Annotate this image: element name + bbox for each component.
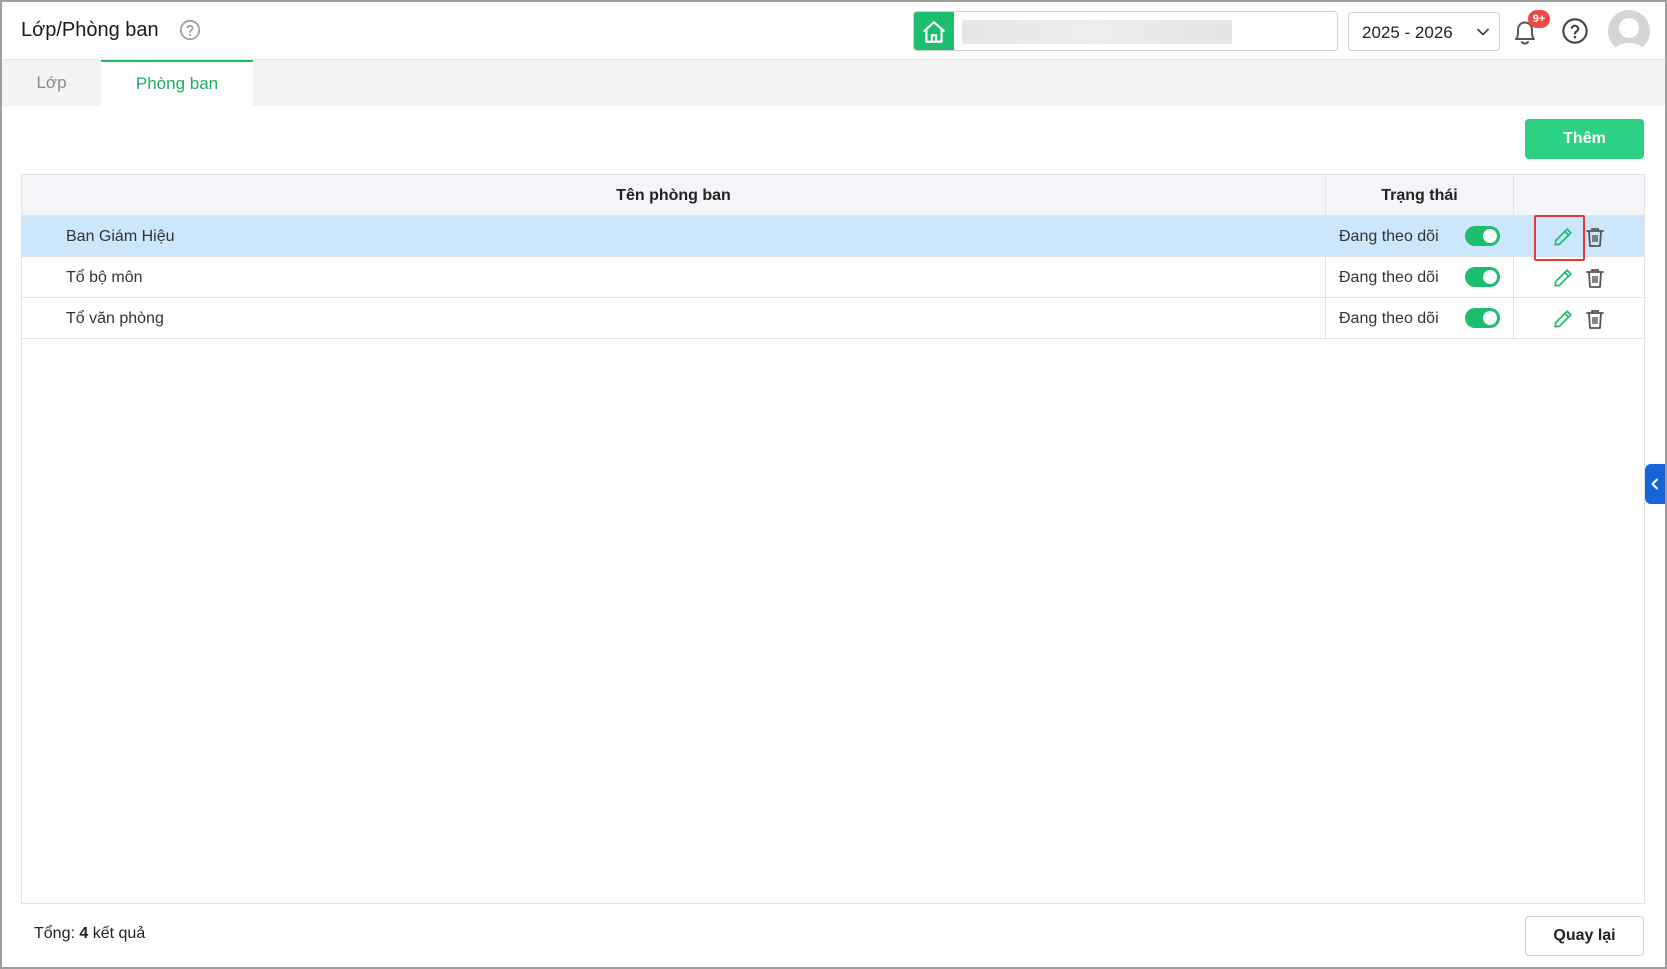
actions-cell <box>1514 298 1644 339</box>
table-row[interactable]: Tổ văn phòng Đang theo dõi <box>22 298 1644 339</box>
pencil-icon[interactable] <box>1552 226 1574 248</box>
total-count: 4 <box>79 925 89 942</box>
school-selector[interactable] <box>913 11 1338 51</box>
toggle-knob <box>1483 270 1497 284</box>
home-icon[interactable] <box>914 12 954 50</box>
department-table: Tên phòng ban Trạng thái Ban Giám Hiệu Đ… <box>21 174 1645 904</box>
column-header-status: Trạng thái <box>1326 175 1514 216</box>
help-icon[interactable] <box>1561 17 1589 45</box>
question-circle-icon[interactable] <box>179 19 201 41</box>
department-name: Tổ văn phòng <box>22 298 1326 339</box>
tab-phong-ban[interactable]: Phòng ban <box>101 60 253 106</box>
pencil-icon[interactable] <box>1552 308 1574 330</box>
total-suffix: kết quả <box>92 925 146 942</box>
back-button[interactable]: Quay lại <box>1525 916 1644 956</box>
toggle-knob <box>1483 229 1497 243</box>
status-text: Đang theo dõi <box>1339 309 1439 327</box>
status-toggle[interactable] <box>1465 308 1500 328</box>
total-prefix: Tổng: <box>34 925 75 942</box>
total-results: Tổng: 4 kết quả <box>34 925 145 943</box>
table-row[interactable]: Ban Giám Hiệu Đang theo dõi <box>22 216 1644 257</box>
pencil-icon[interactable] <box>1552 267 1574 289</box>
tab-lop[interactable]: Lớp <box>2 60 101 106</box>
trash-icon[interactable] <box>1585 226 1605 248</box>
user-silhouette-icon <box>1608 10 1650 52</box>
notification-badge: 9+ <box>1528 10 1550 28</box>
trash-icon[interactable] <box>1585 308 1605 330</box>
status-toggle[interactable] <box>1465 267 1500 287</box>
school-year-select[interactable]: 2025 - 2026 <box>1348 12 1500 51</box>
add-button[interactable]: Thêm <box>1525 119 1644 159</box>
top-header: Lớp/Phòng ban 2025 - 2026 9+ <box>2 2 1665 60</box>
status-text: Đang theo dõi <box>1339 268 1439 286</box>
toggle-knob <box>1483 311 1497 325</box>
chevron-down-icon <box>1477 28 1489 36</box>
actions-cell <box>1514 216 1644 257</box>
tab-bar: Lớp Phòng ban <box>2 60 1665 106</box>
department-name: Tổ bộ môn <box>22 257 1326 298</box>
trash-icon[interactable] <box>1585 267 1605 289</box>
status-cell: Đang theo dõi <box>1326 257 1514 298</box>
table-row[interactable]: Tổ bộ môn Đang theo dõi <box>22 257 1644 298</box>
department-name: Ban Giám Hiệu <box>22 216 1326 257</box>
status-cell: Đang theo dõi <box>1326 298 1514 339</box>
column-header-name: Tên phòng ban <box>22 175 1326 216</box>
table-header: Tên phòng ban Trạng thái <box>22 175 1644 216</box>
status-toggle[interactable] <box>1465 226 1500 246</box>
actions-cell <box>1514 257 1644 298</box>
school-year-value: 2025 - 2026 <box>1362 23 1453 42</box>
column-header-actions <box>1514 175 1644 216</box>
user-avatar[interactable] <box>1608 10 1650 52</box>
school-name-blurred <box>962 20 1232 44</box>
chevron-left-icon <box>1651 478 1658 490</box>
status-text: Đang theo dõi <box>1339 227 1439 245</box>
status-cell: Đang theo dõi <box>1326 216 1514 257</box>
page-title: Lớp/Phòng ban <box>21 19 159 41</box>
side-panel-toggle[interactable] <box>1645 464 1665 504</box>
